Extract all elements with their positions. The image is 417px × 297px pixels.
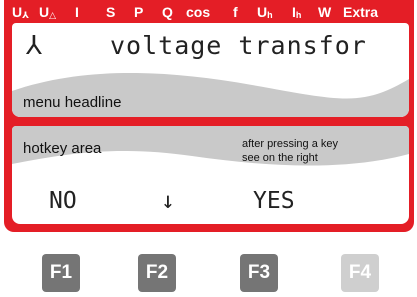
- f3-key-button[interactable]: F3: [240, 254, 278, 292]
- f4-key-button[interactable]: F4: [341, 254, 379, 292]
- hotkey-label-no: NO: [49, 188, 77, 214]
- device-frame: U⅄ U△ I S P Q cos f Uh Ih W Extra ⅄ volt…: [4, 0, 414, 232]
- menu-headline-label: menu headline: [23, 94, 122, 111]
- hotkey-panel: hotkey area after pressing a key see on …: [12, 126, 409, 224]
- menu-item-f[interactable]: f: [233, 4, 238, 20]
- menu-display-panel: ⅄ voltage transfor menu headline: [12, 23, 409, 117]
- menu-item-p[interactable]: P: [134, 4, 143, 20]
- hotkey-label-yes: YES: [253, 188, 295, 214]
- menu-item-uh[interactable]: Uh: [257, 4, 273, 23]
- hotkey-hint-line2: see on the right: [242, 152, 318, 164]
- menu-item-ih[interactable]: Ih: [292, 4, 301, 23]
- menu-item-s[interactable]: S: [106, 4, 115, 20]
- menu-item-cos[interactable]: cos: [186, 4, 210, 20]
- menu-item-q[interactable]: Q: [162, 4, 173, 20]
- menu-text-display: voltage transfor: [110, 31, 367, 60]
- menu-item-w[interactable]: W: [318, 4, 331, 20]
- f2-key-button[interactable]: F2: [138, 254, 176, 292]
- measurement-menu-bar: U⅄ U△ I S P Q cos f Uh Ih W Extra: [12, 2, 417, 22]
- hotkey-label-down-arrow: ↓: [161, 188, 175, 214]
- f1-key-button[interactable]: F1: [42, 254, 80, 292]
- hotkey-area-label: hotkey area: [23, 140, 102, 157]
- star-connection-icon: ⅄: [26, 31, 42, 61]
- menu-item-i[interactable]: I: [75, 4, 79, 20]
- menu-item-u-delta[interactable]: U△: [39, 4, 56, 23]
- hotkey-hint-line1: after pressing a key: [242, 138, 338, 150]
- menu-item-extra[interactable]: Extra: [343, 4, 378, 20]
- menu-item-u-star[interactable]: U⅄: [12, 4, 29, 23]
